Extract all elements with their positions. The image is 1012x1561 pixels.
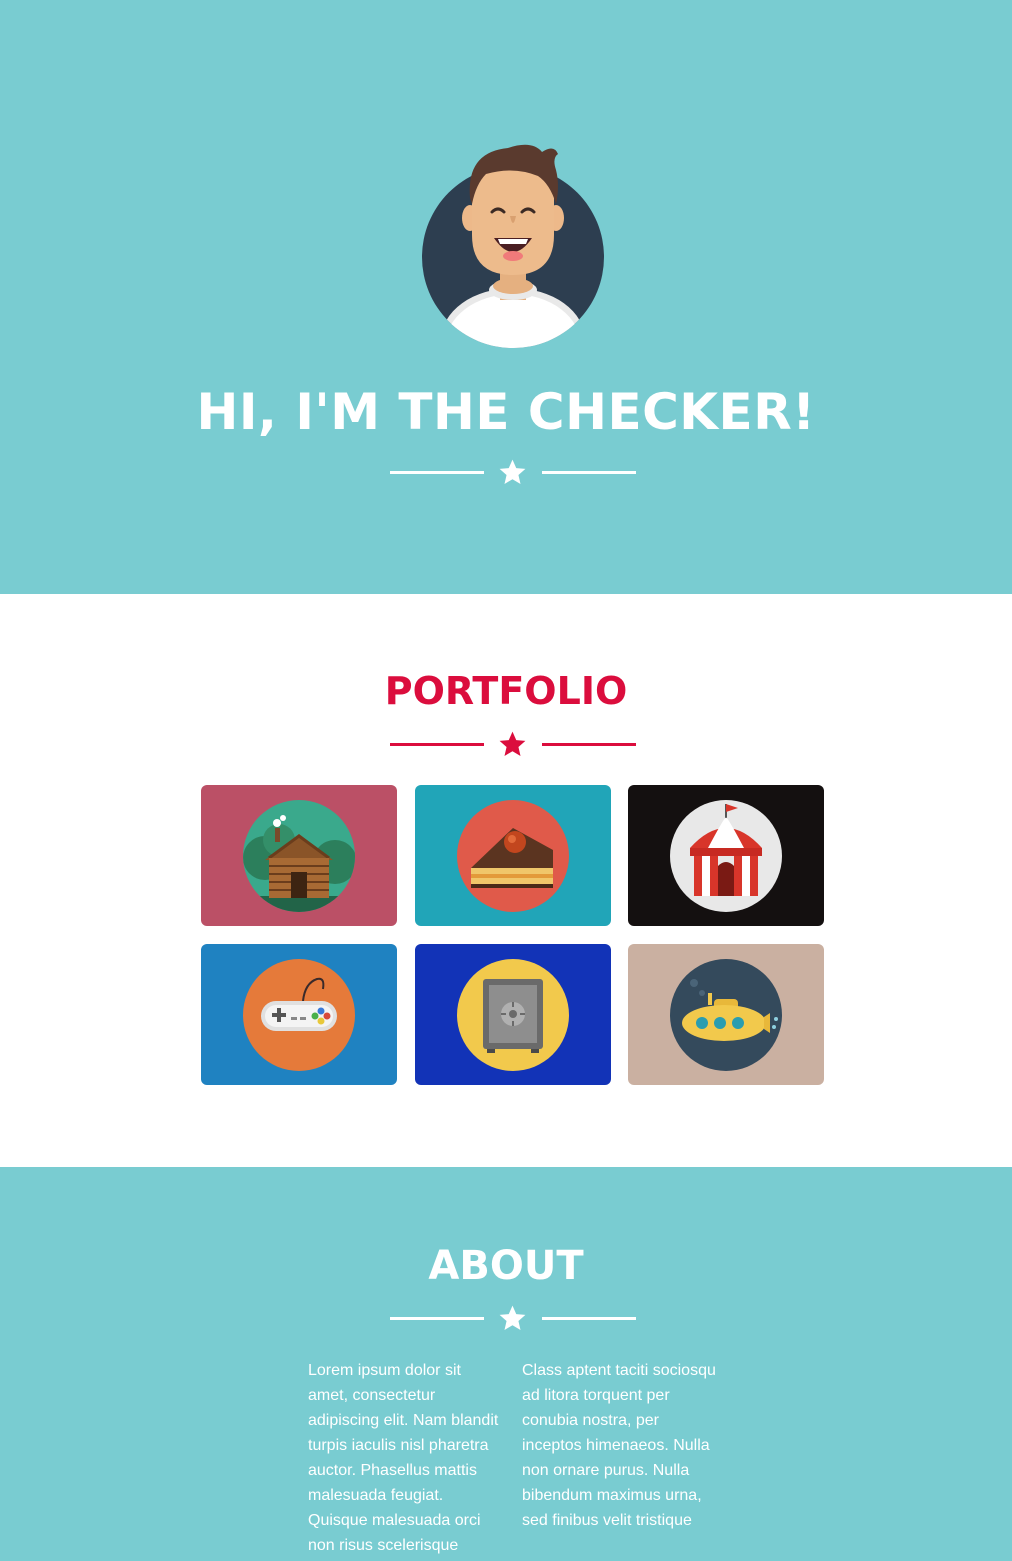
submarine-icon	[670, 959, 782, 1071]
star-icon	[499, 459, 526, 484]
portfolio-item-cake[interactable]	[415, 785, 611, 926]
divider-line	[542, 1317, 636, 1320]
smiling-man-avatar-icon	[422, 144, 604, 348]
cake-slice-icon	[457, 800, 569, 912]
portfolio-divider	[390, 728, 636, 762]
portfolio-item-circus[interactable]	[628, 785, 824, 926]
divider-line	[390, 471, 484, 474]
hero-divider	[390, 456, 636, 490]
log-cabin-icon	[243, 800, 355, 912]
divider-line	[542, 471, 636, 474]
hero-title: HI, I'M THE CHECKER!	[196, 383, 816, 441]
safe-icon	[457, 959, 569, 1071]
about-divider	[390, 1302, 636, 1336]
star-icon	[499, 731, 526, 756]
portfolio-item-safe[interactable]	[415, 944, 611, 1085]
portfolio-item-cabin[interactable]	[201, 785, 397, 926]
about-text-column-1: Lorem ipsum dolor sit amet, consectetur …	[308, 1362, 499, 1554]
star-icon	[499, 1305, 526, 1330]
portfolio-item-submarine[interactable]	[628, 944, 824, 1085]
circus-tent-icon	[670, 800, 782, 912]
about-text-column-2: Class aptent taciti sociosqu ad litora t…	[522, 1362, 716, 1529]
about-section	[0, 1167, 1012, 1561]
portfolio-item-game[interactable]	[201, 944, 397, 1085]
portfolio-title: PORTFOLIO	[384, 669, 628, 713]
about-title: ABOUT	[428, 1243, 584, 1289]
divider-line	[390, 1317, 484, 1320]
divider-line	[542, 743, 636, 746]
divider-line	[390, 743, 484, 746]
game-controller-icon	[243, 959, 355, 1071]
